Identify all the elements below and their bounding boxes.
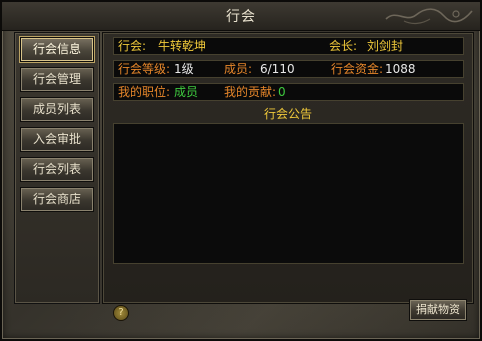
my-contribution-value: 0 [278,85,286,99]
my-position-label: 我的职位: [118,85,171,99]
sidebar-item-guild-management[interactable]: 行会管理 [20,67,94,92]
guild-name-value: 牛转乾坤 [158,39,207,53]
notice-title: 行会公告 [263,107,312,121]
donate-button[interactable]: 捐献物资 [409,299,467,321]
my-status-row: 我的职位: 成员 我的贡献: 0 [113,83,464,101]
sidebar-item-guild-info[interactable]: 行会信息 [20,37,94,62]
guild-members-value: 6/110 [260,62,295,76]
sidebar-item-guild-shop[interactable]: 行会商店 [20,187,94,212]
guild-leader-label: 会长: [329,39,358,53]
dragon-ornament-icon [385,8,473,25]
sidebar-item-join-approval[interactable]: 入会审批 [20,127,94,152]
guild-level-label: 行会等级: [118,62,171,76]
guild-stats-row: 行会等级: 1级 成员: 6/110 行会资金: 1088 [113,60,464,78]
guild-funds-value: 1088 [385,62,416,76]
help-icon[interactable]: ? [113,305,129,321]
guild-notice-box[interactable] [113,123,464,264]
title-bar[interactable]: 行会 [2,2,480,31]
guild-level-value: 1级 [174,62,194,76]
guild-name-row: 行会: 牛转乾坤 会长: 刘剑封 [113,37,464,55]
sidebar-item-member-list[interactable]: 成员列表 [20,97,94,122]
guild-funds-label: 行会资金: [331,62,384,76]
guild-info-panel: 行会: 牛转乾坤 会长: 刘剑封 行会等级: 1级 成员: 6/110 行会资金… [102,32,474,304]
my-position-value: 成员 [174,85,199,99]
guild-members-label: 成员: [224,62,253,76]
guild-name-label: 行会: [118,39,147,53]
guild-window: 行会 行会信息 行会管理 成员列表 入会审批 行会列表 行会商店 行会: 牛转乾… [0,0,482,341]
guild-leader-value: 刘剑封 [367,39,404,53]
sidebar-item-guild-list[interactable]: 行会列表 [20,157,94,182]
sidebar: 行会信息 行会管理 成员列表 入会审批 行会列表 行会商店 [14,32,100,304]
my-contribution-label: 我的贡献: [224,85,277,99]
